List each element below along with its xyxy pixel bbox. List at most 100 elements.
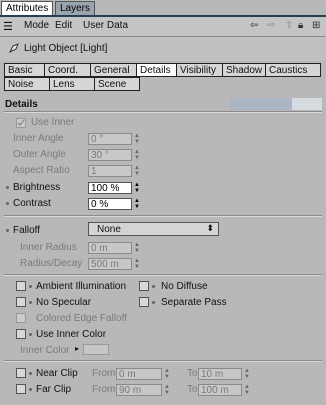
no-specular-label: No Specular xyxy=(36,297,92,308)
inner-color-swatch[interactable] xyxy=(83,344,109,355)
far-to-stepper[interactable]: ▲ ▼ xyxy=(243,384,251,396)
tab-caustics[interactable]: Caustics xyxy=(265,63,321,77)
animation-dot[interactable] xyxy=(152,301,155,304)
lock-icon[interactable]: 🔒︎ xyxy=(298,20,303,31)
near-from-field[interactable]: 0 m xyxy=(116,368,162,380)
outer-angle-label: Outer Angle xyxy=(13,149,66,160)
section-title: Details xyxy=(5,99,38,110)
far-from-stepper[interactable]: ▲ ▼ xyxy=(163,384,171,396)
new-panel-icon[interactable]: ⊞ xyxy=(312,20,320,31)
expand-arrow-icon[interactable]: ▸ xyxy=(75,344,79,353)
back-arrow-icon[interactable]: ⇦ xyxy=(250,20,258,31)
contrast-stepper[interactable]: ▲ ▼ xyxy=(133,198,141,210)
inner-radius-stepper[interactable]: ▲ ▼ xyxy=(133,242,141,254)
animation-dot[interactable] xyxy=(6,202,9,205)
ambient-illumination-checkbox[interactable] xyxy=(16,281,26,291)
divider xyxy=(4,215,322,217)
divider xyxy=(4,111,322,113)
tab-basic[interactable]: Basic xyxy=(4,63,45,77)
menu-user-data[interactable]: User Data xyxy=(83,20,128,31)
inner-angle-field[interactable]: 0 ° xyxy=(88,133,132,145)
far-from-label: From xyxy=(92,384,116,395)
tab-visibility[interactable]: Visibility xyxy=(176,63,223,77)
radius-decay-stepper[interactable]: ▲ ▼ xyxy=(133,258,141,270)
brightness-stepper[interactable]: ▲ ▼ xyxy=(133,182,141,194)
use-inner-label: Use Inner xyxy=(31,117,75,128)
divider xyxy=(4,360,322,362)
section-bar-left xyxy=(230,98,292,110)
far-from-field[interactable]: 90 m xyxy=(116,384,162,396)
animation-dot[interactable] xyxy=(152,285,155,288)
animation-dot[interactable] xyxy=(29,301,32,304)
no-diffuse-label: No Diffuse xyxy=(161,281,208,292)
menu-edit[interactable]: Edit xyxy=(55,20,72,31)
near-clip-label: Near Clip xyxy=(36,368,78,379)
near-from-stepper[interactable]: ▲ ▼ xyxy=(163,368,171,380)
radius-decay-field[interactable]: 500 m xyxy=(88,258,132,270)
inner-angle-label: Inner Angle xyxy=(13,133,64,144)
divider xyxy=(4,274,322,276)
colored-edge-falloff-checkbox[interactable] xyxy=(16,313,26,323)
chevron-updown-icon: ⬍ xyxy=(206,223,214,233)
separate-pass-label: Separate Pass xyxy=(161,297,227,308)
menu-mode[interactable]: Mode xyxy=(24,20,49,31)
use-inner-color-label: Use Inner Color xyxy=(36,329,107,340)
aspect-ratio-label: Aspect Ratio xyxy=(13,165,70,176)
light-object-icon xyxy=(8,43,19,54)
contrast-label: Contrast xyxy=(13,198,51,209)
animation-dot[interactable] xyxy=(29,333,32,336)
outer-angle-stepper[interactable]: ▲ ▼ xyxy=(133,149,141,161)
tab-attributes[interactable]: Attributes xyxy=(1,1,54,16)
use-inner-color-checkbox[interactable] xyxy=(16,329,26,339)
near-to-label: To xyxy=(187,368,198,379)
tab-scene[interactable]: Scene xyxy=(94,77,140,91)
separate-pass-checkbox[interactable] xyxy=(139,297,149,307)
section-bar-right xyxy=(292,98,322,110)
menu-icon[interactable]: ☰ xyxy=(3,20,13,33)
tab-details[interactable]: Details xyxy=(136,63,177,77)
near-from-label: From xyxy=(92,368,116,379)
animation-dot[interactable] xyxy=(6,186,9,189)
object-header: Light Object [Light] xyxy=(0,37,326,61)
no-diffuse-checkbox[interactable] xyxy=(139,281,149,291)
falloff-dropdown[interactable]: None ⬍ xyxy=(88,222,219,236)
tab-general[interactable]: General xyxy=(90,63,137,77)
inner-radius-field[interactable]: 0 m xyxy=(88,242,132,254)
near-clip-checkbox[interactable] xyxy=(16,368,26,378)
inner-angle-stepper[interactable]: ▲ ▼ xyxy=(133,133,141,145)
animation-dot[interactable] xyxy=(29,372,32,375)
colored-edge-falloff-label: Colored Edge Falloff xyxy=(36,313,127,324)
radius-decay-label: Radius/Decay xyxy=(20,258,83,269)
ambient-illumination-label: Ambient Illumination xyxy=(36,281,127,292)
falloff-label: Falloff xyxy=(13,225,41,236)
outer-angle-field[interactable]: 30 ° xyxy=(88,149,132,161)
tab-coord[interactable]: Coord. xyxy=(44,63,91,77)
tab-lens[interactable]: Lens xyxy=(49,77,95,91)
up-arrow-icon[interactable]: ⇧ xyxy=(285,20,293,31)
far-clip-checkbox[interactable] xyxy=(16,384,26,394)
brightness-field[interactable]: 100 % xyxy=(88,182,132,194)
contrast-field[interactable]: 0 % xyxy=(88,198,132,210)
object-title: Light Object [Light] xyxy=(24,43,108,54)
animation-dot[interactable] xyxy=(29,285,32,288)
far-to-field[interactable]: 100 m xyxy=(198,384,242,396)
aspect-ratio-field[interactable]: 1 xyxy=(88,165,132,177)
animation-dot[interactable] xyxy=(6,229,9,232)
aspect-ratio-stepper[interactable]: ▲ ▼ xyxy=(133,165,141,177)
brightness-label: Brightness xyxy=(13,182,61,193)
inner-color-label: Inner Color xyxy=(20,345,70,356)
tab-shadow[interactable]: Shadow xyxy=(222,63,266,77)
near-to-stepper[interactable]: ▲ ▼ xyxy=(243,368,251,380)
falloff-value: None xyxy=(97,224,121,235)
far-clip-label: Far Clip xyxy=(36,384,72,395)
menu-bar: ☰ Mode Edit User Data ⇦ ⇨ ⇧ 🔒︎ ⊞ xyxy=(0,17,326,37)
forward-arrow-icon[interactable]: ⇨ xyxy=(267,20,275,31)
tab-noise[interactable]: Noise xyxy=(4,77,50,91)
use-inner-checkbox[interactable] xyxy=(16,118,26,128)
near-to-field[interactable]: 10 m xyxy=(198,368,242,380)
inner-radius-label: Inner Radius xyxy=(20,242,77,253)
far-to-label: To xyxy=(187,384,198,395)
tab-layers[interactable]: Layers xyxy=(55,1,96,16)
animation-dot[interactable] xyxy=(29,388,32,391)
no-specular-checkbox[interactable] xyxy=(16,297,26,307)
